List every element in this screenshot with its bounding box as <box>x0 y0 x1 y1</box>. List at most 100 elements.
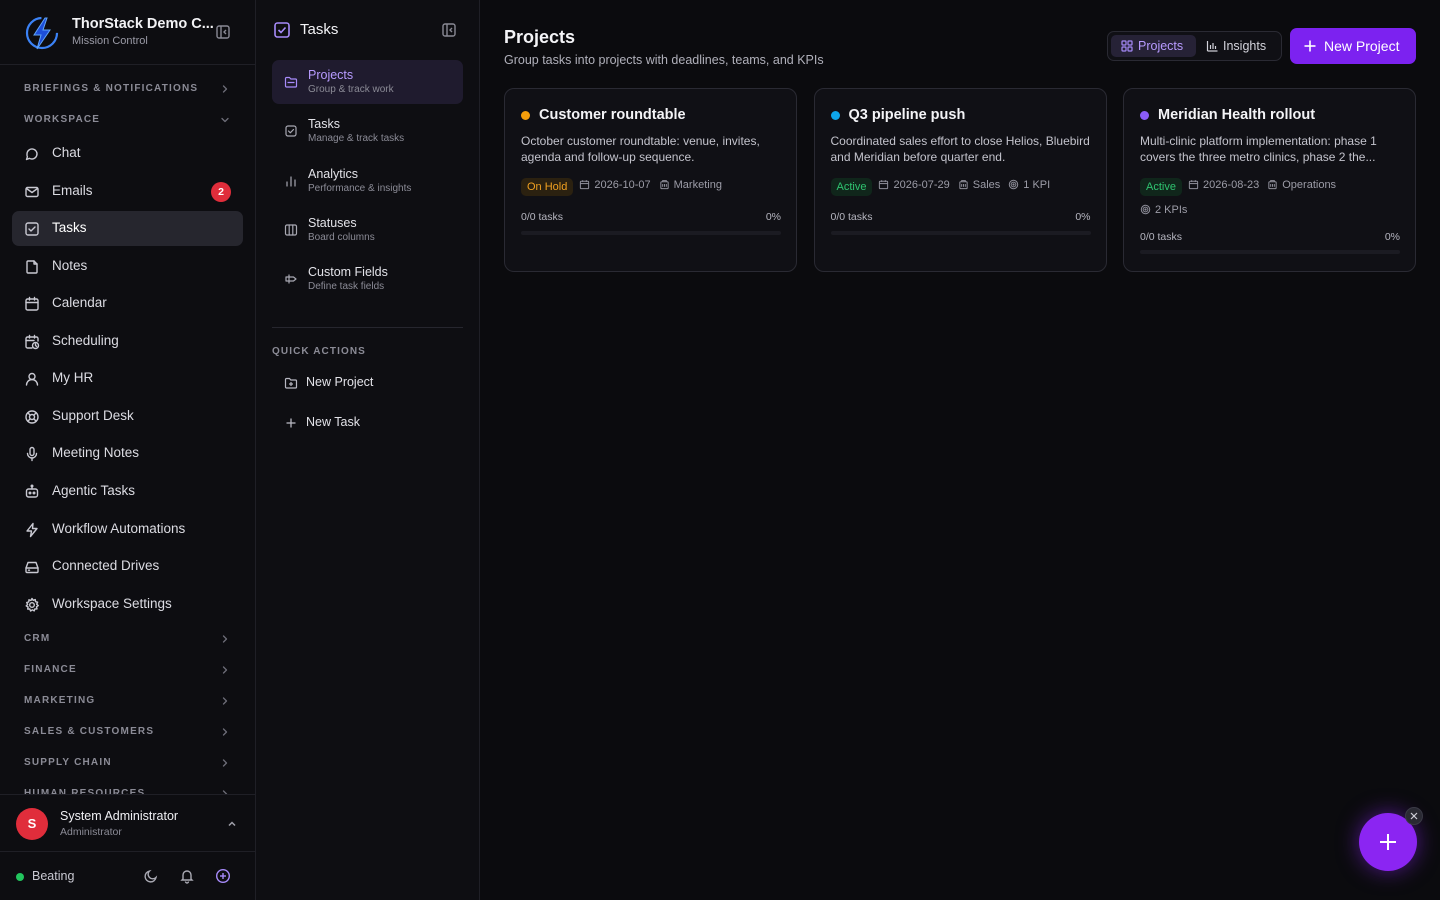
status-dot <box>16 873 24 881</box>
subnav-item-description: Define task fields <box>308 281 385 293</box>
subnav-item-statuses[interactable]: Statuses Board columns <box>272 208 463 252</box>
chevron-right-icon <box>219 757 231 769</box>
dismiss-fab-button[interactable] <box>1405 807 1423 825</box>
section-sales-customers[interactable]: SALES & CUSTOMERS <box>0 721 255 743</box>
team: Marketing <box>659 179 722 191</box>
section-supply-chain[interactable]: SUPPLY CHAIN <box>0 752 255 774</box>
section-finance[interactable]: FINANCE <box>0 659 255 681</box>
due-date-text: 2026-08-23 <box>1202 178 1260 191</box>
status-label: Beating <box>32 869 75 883</box>
target-icon <box>1008 179 1023 190</box>
moon-icon[interactable] <box>143 868 159 884</box>
project-description: Multi-clinic platform implementation: ph… <box>1140 134 1377 164</box>
view-toggle: Projects Insights <box>1107 31 1282 61</box>
progress-summary: 0/0 tasks 0% <box>831 211 1091 225</box>
user-profile[interactable]: S System Administrator Administrator <box>0 794 255 852</box>
calendar-icon <box>579 179 594 190</box>
subnav-item-tasks[interactable]: Tasks Manage & track tasks <box>272 109 463 153</box>
calendar-icon <box>878 179 893 190</box>
progress-percent: 0% <box>1384 231 1400 243</box>
chevron-up-icon[interactable] <box>226 818 238 830</box>
project-color-dot <box>521 111 530 120</box>
project-meta: On Hold 2026-10-07 Marketing <box>521 178 785 196</box>
due-date-text: 2026-07-29 <box>893 178 950 191</box>
project-meta-row: Active 2026-08-23 Operations <box>1140 178 1404 196</box>
progress-bar <box>521 231 781 235</box>
main-sidebar: ThorStack Demo C... Mission Control BRIE… <box>0 0 256 900</box>
subnav-item-title: Tasks <box>308 117 340 132</box>
due-date: 2026-08-23 <box>1188 179 1259 191</box>
section-label: MARKETING <box>24 695 96 706</box>
view-projects-label: Projects <box>1138 39 1184 53</box>
subnav-item-description: Performance & insights <box>308 182 412 194</box>
subnav-item-title: Custom Fields <box>308 265 388 280</box>
project-card[interactable]: Q3 pipeline push Coordinated sales effort… <box>813 88 1107 272</box>
progress-summary: 0/0 tasks 0% <box>521 211 781 225</box>
target-icon <box>1140 204 1155 215</box>
plus-icon <box>1303 39 1317 53</box>
page-title: Projects <box>504 27 576 47</box>
quick-new-task[interactable]: New Task <box>272 406 463 440</box>
calendar-icon <box>1188 179 1203 190</box>
view-insights-label: Insights <box>1223 39 1267 53</box>
project-meta-row: On Hold 2026-10-07 Marketing <box>521 178 785 196</box>
project-meta-row: 2 KPIs <box>1140 203 1404 218</box>
team: Sales <box>958 179 1000 191</box>
progress-bar <box>1140 250 1400 254</box>
section-marketing[interactable]: MARKETING <box>0 690 255 712</box>
project-name: Meridian Health rollout <box>1158 107 1316 123</box>
task-check-icon <box>284 124 298 138</box>
divider <box>272 327 463 328</box>
collapse-panel-icon[interactable] <box>441 22 457 38</box>
project-color-dot <box>830 111 840 120</box>
subnav-item-analytics[interactable]: Analytics Performance & insights <box>272 159 463 203</box>
section-human-resources[interactable]: HUMAN RESOURCES <box>0 783 255 794</box>
due-date: 2026-07-29 <box>878 178 950 191</box>
check-square-icon <box>273 21 291 39</box>
subnav-item-description: Manage & track tasks <box>308 133 405 145</box>
subnav-title: Tasks <box>300 21 339 38</box>
user-name: System Administrator <box>60 809 179 823</box>
grid-icon <box>1121 40 1133 52</box>
project-color-dot <box>1140 111 1149 120</box>
chevron-right-icon <box>219 726 231 738</box>
subnav-item-description: Board columns <box>308 231 375 243</box>
subnav-item-projects[interactable]: Projects Group & track work <box>272 60 463 104</box>
bell-icon[interactable] <box>179 868 195 884</box>
status-badge: Active <box>1140 178 1182 196</box>
status-badge: Active <box>830 178 873 196</box>
project-card[interactable]: Meridian Health rollout Multi-clinic plat… <box>1123 88 1416 272</box>
kpi-count: 2 KPIs <box>1140 204 1187 216</box>
project-meta-row: Active 2026-07-29 Sales 1 KPI <box>830 178 1095 196</box>
project-name: Customer roundtable <box>539 107 686 123</box>
view-insights-button[interactable]: Insights <box>1196 35 1280 57</box>
view-projects-button[interactable]: Projects <box>1111 35 1196 57</box>
subnav-item-title: Statuses <box>308 215 357 230</box>
task-count: 0/0 tasks <box>521 211 564 223</box>
project-description: October customer roundtable: venue, invi… <box>521 134 760 164</box>
section-crm[interactable]: CRM <box>0 628 255 650</box>
progress-bar <box>830 231 1091 235</box>
project-card[interactable]: Customer roundtable October customer roun… <box>504 88 797 272</box>
new-project-button[interactable]: New Project <box>1290 28 1416 64</box>
quick-new-project[interactable]: New Project <box>272 366 463 400</box>
kpi-count-text: 2 KPIs <box>1155 203 1188 216</box>
analytics-icon <box>284 174 298 188</box>
plus-icon <box>284 416 298 430</box>
building-icon <box>1267 179 1282 190</box>
bar-chart-icon <box>1206 40 1218 52</box>
subnav-item-custom-fields[interactable]: Custom Fields Define task fields <box>272 257 463 301</box>
add-circle-icon[interactable] <box>215 868 231 884</box>
close-icon <box>1410 812 1418 820</box>
section-label: CRM <box>24 633 51 644</box>
team-name: Marketing <box>673 178 722 191</box>
project-description: Coordinated sales effort to close Helios… <box>830 134 1090 164</box>
team-name: Operations <box>1282 178 1337 191</box>
chevron-right-icon <box>219 695 231 707</box>
kpi-count: 1 KPI <box>1008 179 1050 191</box>
task-count: 0/0 tasks <box>1140 231 1183 243</box>
status-badge: On Hold <box>521 178 574 196</box>
tasks-subnav: Tasks Projects Group & track work Tasks Man… <box>256 0 480 900</box>
due-date-text: 2026-10-07 <box>594 178 651 191</box>
columns-icon <box>284 223 298 237</box>
